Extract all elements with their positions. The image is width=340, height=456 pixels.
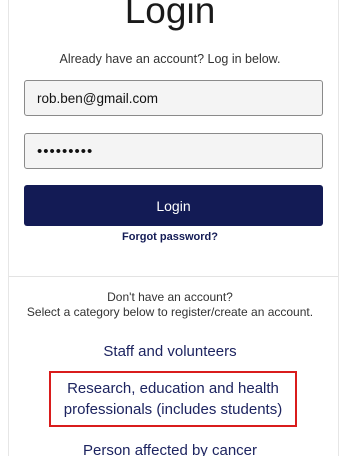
section-divider	[9, 276, 338, 277]
category-research-education-health-link[interactable]: Research, education and health professio…	[49, 371, 297, 427]
register-prompt: Don't have an account?	[107, 290, 233, 304]
login-subtitle: Already have an account? Log in below.	[59, 52, 281, 66]
login-page: Login Already have an account? Log in be…	[0, 0, 340, 456]
category-person-affected-link[interactable]: Person affected by cancer	[0, 440, 340, 456]
page-title: Login	[124, 0, 216, 31]
frame-border-right	[338, 0, 339, 456]
category-research-line1: Research, education and health	[67, 380, 279, 397]
login-button[interactable]: Login	[24, 185, 323, 226]
email-field[interactable]	[24, 80, 323, 116]
register-instruction: Select a category below to register/crea…	[26, 305, 314, 319]
category-staff-volunteers-link[interactable]: Staff and volunteers	[0, 341, 340, 362]
category-research-line2: professionals (includes students)	[63, 401, 283, 418]
frame-border-left	[8, 0, 9, 456]
password-field[interactable]	[24, 133, 323, 169]
forgot-password-link[interactable]: Forgot password?	[0, 231, 340, 243]
